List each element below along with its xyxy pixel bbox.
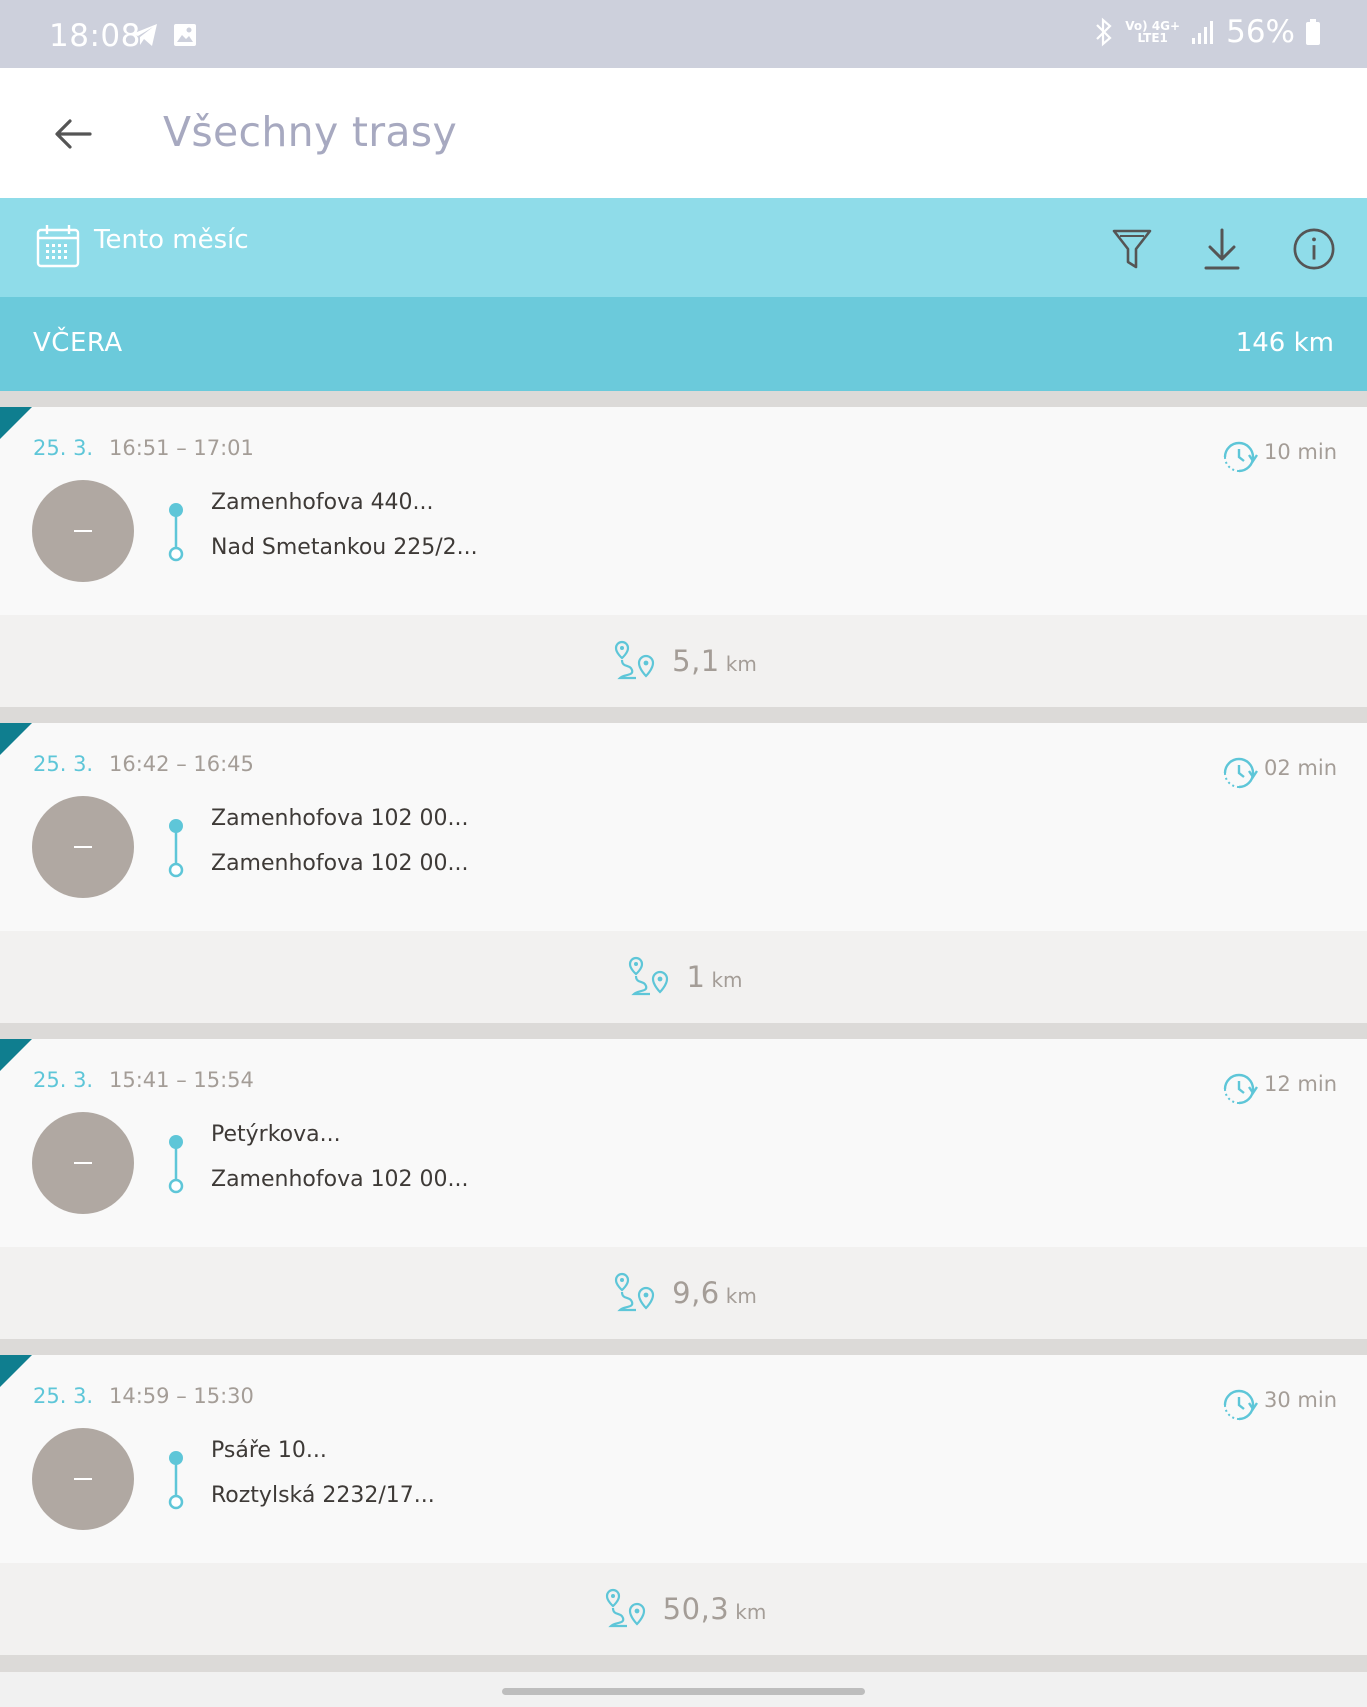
filter-icon[interactable]	[1110, 226, 1154, 272]
route-line-icon	[168, 1451, 184, 1510]
trip-start-address: Zamenhofova 440...	[211, 490, 434, 515]
battery-icon	[1306, 19, 1320, 45]
route-pins-icon	[615, 640, 655, 680]
trip-end-address: Zamenhofova 102 00...	[211, 851, 469, 876]
trip-corner-marker	[0, 407, 32, 439]
trip-distance-bar: 1 km	[0, 931, 1367, 1023]
day-total-distance: 146 km	[1235, 328, 1334, 358]
route-line-icon	[168, 503, 184, 562]
trip-duration: 10 min	[1264, 440, 1337, 464]
signal-icon	[1192, 21, 1214, 44]
route-pins-icon	[629, 956, 669, 996]
clock-history-icon	[1223, 757, 1258, 789]
battery-percent: 56%	[1226, 14, 1295, 50]
bluetooth-icon	[1096, 17, 1112, 47]
arrow-left-icon[interactable]	[52, 112, 96, 156]
trip-corner-marker	[0, 1039, 32, 1071]
image-icon	[174, 24, 196, 46]
trip-start-address: Zamenhofova 102 00...	[211, 806, 469, 831]
trip-time-range: 15:41 – 15:54	[109, 1068, 254, 1092]
trip-end-address: Roztylská 2232/17...	[211, 1483, 435, 1508]
trip-card-header: 25. 3. 14:59 – 15:30 30 min Psáře 10... …	[0, 1355, 1367, 1563]
trip-distance-unit: km	[725, 652, 757, 676]
trip-time-range: 14:59 – 15:30	[109, 1384, 254, 1408]
trip-corner-marker	[0, 723, 32, 755]
trip-card-header: 25. 3. 15:41 – 15:54 12 min Petýrkova...…	[0, 1039, 1367, 1247]
telegram-icon	[132, 24, 157, 46]
route-pins-icon	[605, 1588, 645, 1628]
trip-distance-unit: km	[735, 1600, 767, 1624]
trip-distance-value: 50,3	[662, 1592, 730, 1626]
trip-end-address: Zamenhofova 102 00...	[211, 1167, 469, 1192]
trip-start-address: Petýrkova...	[211, 1122, 341, 1147]
info-icon[interactable]	[1292, 226, 1336, 272]
trip-start-address: Psáře 10...	[211, 1438, 327, 1463]
trip-distance-value: 1	[686, 960, 706, 994]
period-selector[interactable]: Tento měsíc	[94, 225, 249, 255]
trip-duration: 30 min	[1264, 1388, 1337, 1412]
app-bar: Všechny trasy	[0, 68, 1367, 198]
status-bar: 18:08 Vo) 4G+ LTE1 56%	[0, 0, 1367, 68]
calendar-icon[interactable]	[35, 223, 81, 269]
route-pins-icon	[615, 1272, 655, 1312]
trip-card[interactable]: 25. 3. 16:42 – 16:45 02 min Zamenhofova …	[0, 723, 1367, 1023]
download-icon[interactable]	[1200, 226, 1244, 272]
gesture-handle[interactable]	[502, 1688, 865, 1695]
trip-distance-value: 5,1	[672, 644, 720, 678]
clock-history-icon	[1223, 1389, 1258, 1421]
trip-card[interactable]: 25. 3. 15:41 – 15:54 12 min Petýrkova...…	[0, 1039, 1367, 1339]
page-title: Všechny trasy	[163, 108, 458, 156]
trip-card[interactable]: 25. 3. 16:51 – 17:01 10 min Zamenhofova …	[0, 407, 1367, 707]
trip-time-range: 16:42 – 16:45	[109, 752, 254, 776]
trip-corner-marker	[0, 1355, 32, 1387]
trip-end-address: Nad Smetankou 225/2...	[211, 535, 478, 560]
trip-distance-value: 9,6	[672, 1276, 720, 1310]
trip-duration: 02 min	[1264, 756, 1337, 780]
trip-list: 25. 3. 16:51 – 17:01 10 min Zamenhofova …	[0, 391, 1367, 1671]
trip-date: 25. 3.	[33, 1384, 94, 1408]
filter-bar: Tento měsíc	[0, 198, 1367, 297]
trip-distance-unit: km	[711, 968, 743, 992]
trip-card-header: 25. 3. 16:42 – 16:45 02 min Zamenhofova …	[0, 723, 1367, 931]
trip-distance-bar: 50,3 km	[0, 1563, 1367, 1655]
trip-date: 25. 3.	[33, 752, 94, 776]
trip-distance-bar: 9,6 km	[0, 1247, 1367, 1339]
trip-distance-unit: km	[725, 1284, 757, 1308]
status-time: 18:08	[49, 18, 141, 54]
trip-duration: 12 min	[1264, 1072, 1337, 1096]
status-right: Vo) 4G+ LTE1 56%	[1093, 14, 1321, 50]
vehicle-avatar	[32, 796, 134, 898]
vehicle-avatar	[32, 1428, 134, 1530]
route-line-icon	[168, 1135, 184, 1194]
vehicle-avatar	[32, 1112, 134, 1214]
vehicle-avatar	[32, 480, 134, 582]
trip-date: 25. 3.	[33, 1068, 94, 1092]
trip-card[interactable]: 25. 3. 14:59 – 15:30 30 min Psáře 10... …	[0, 1355, 1367, 1655]
trip-card-header: 25. 3. 16:51 – 17:01 10 min Zamenhofova …	[0, 407, 1367, 615]
trip-distance-bar: 5,1 km	[0, 615, 1367, 707]
day-section-header: VČERA 146 km	[0, 297, 1367, 391]
trip-time-range: 16:51 – 17:01	[109, 436, 254, 460]
trip-date: 25. 3.	[33, 436, 94, 460]
clock-history-icon	[1223, 1073, 1258, 1105]
network-type: Vo) 4G+ LTE1	[1125, 19, 1181, 45]
day-label: VČERA	[33, 328, 123, 358]
status-notification-icons	[130, 22, 198, 48]
clock-history-icon	[1223, 441, 1258, 473]
route-line-icon	[168, 819, 184, 878]
